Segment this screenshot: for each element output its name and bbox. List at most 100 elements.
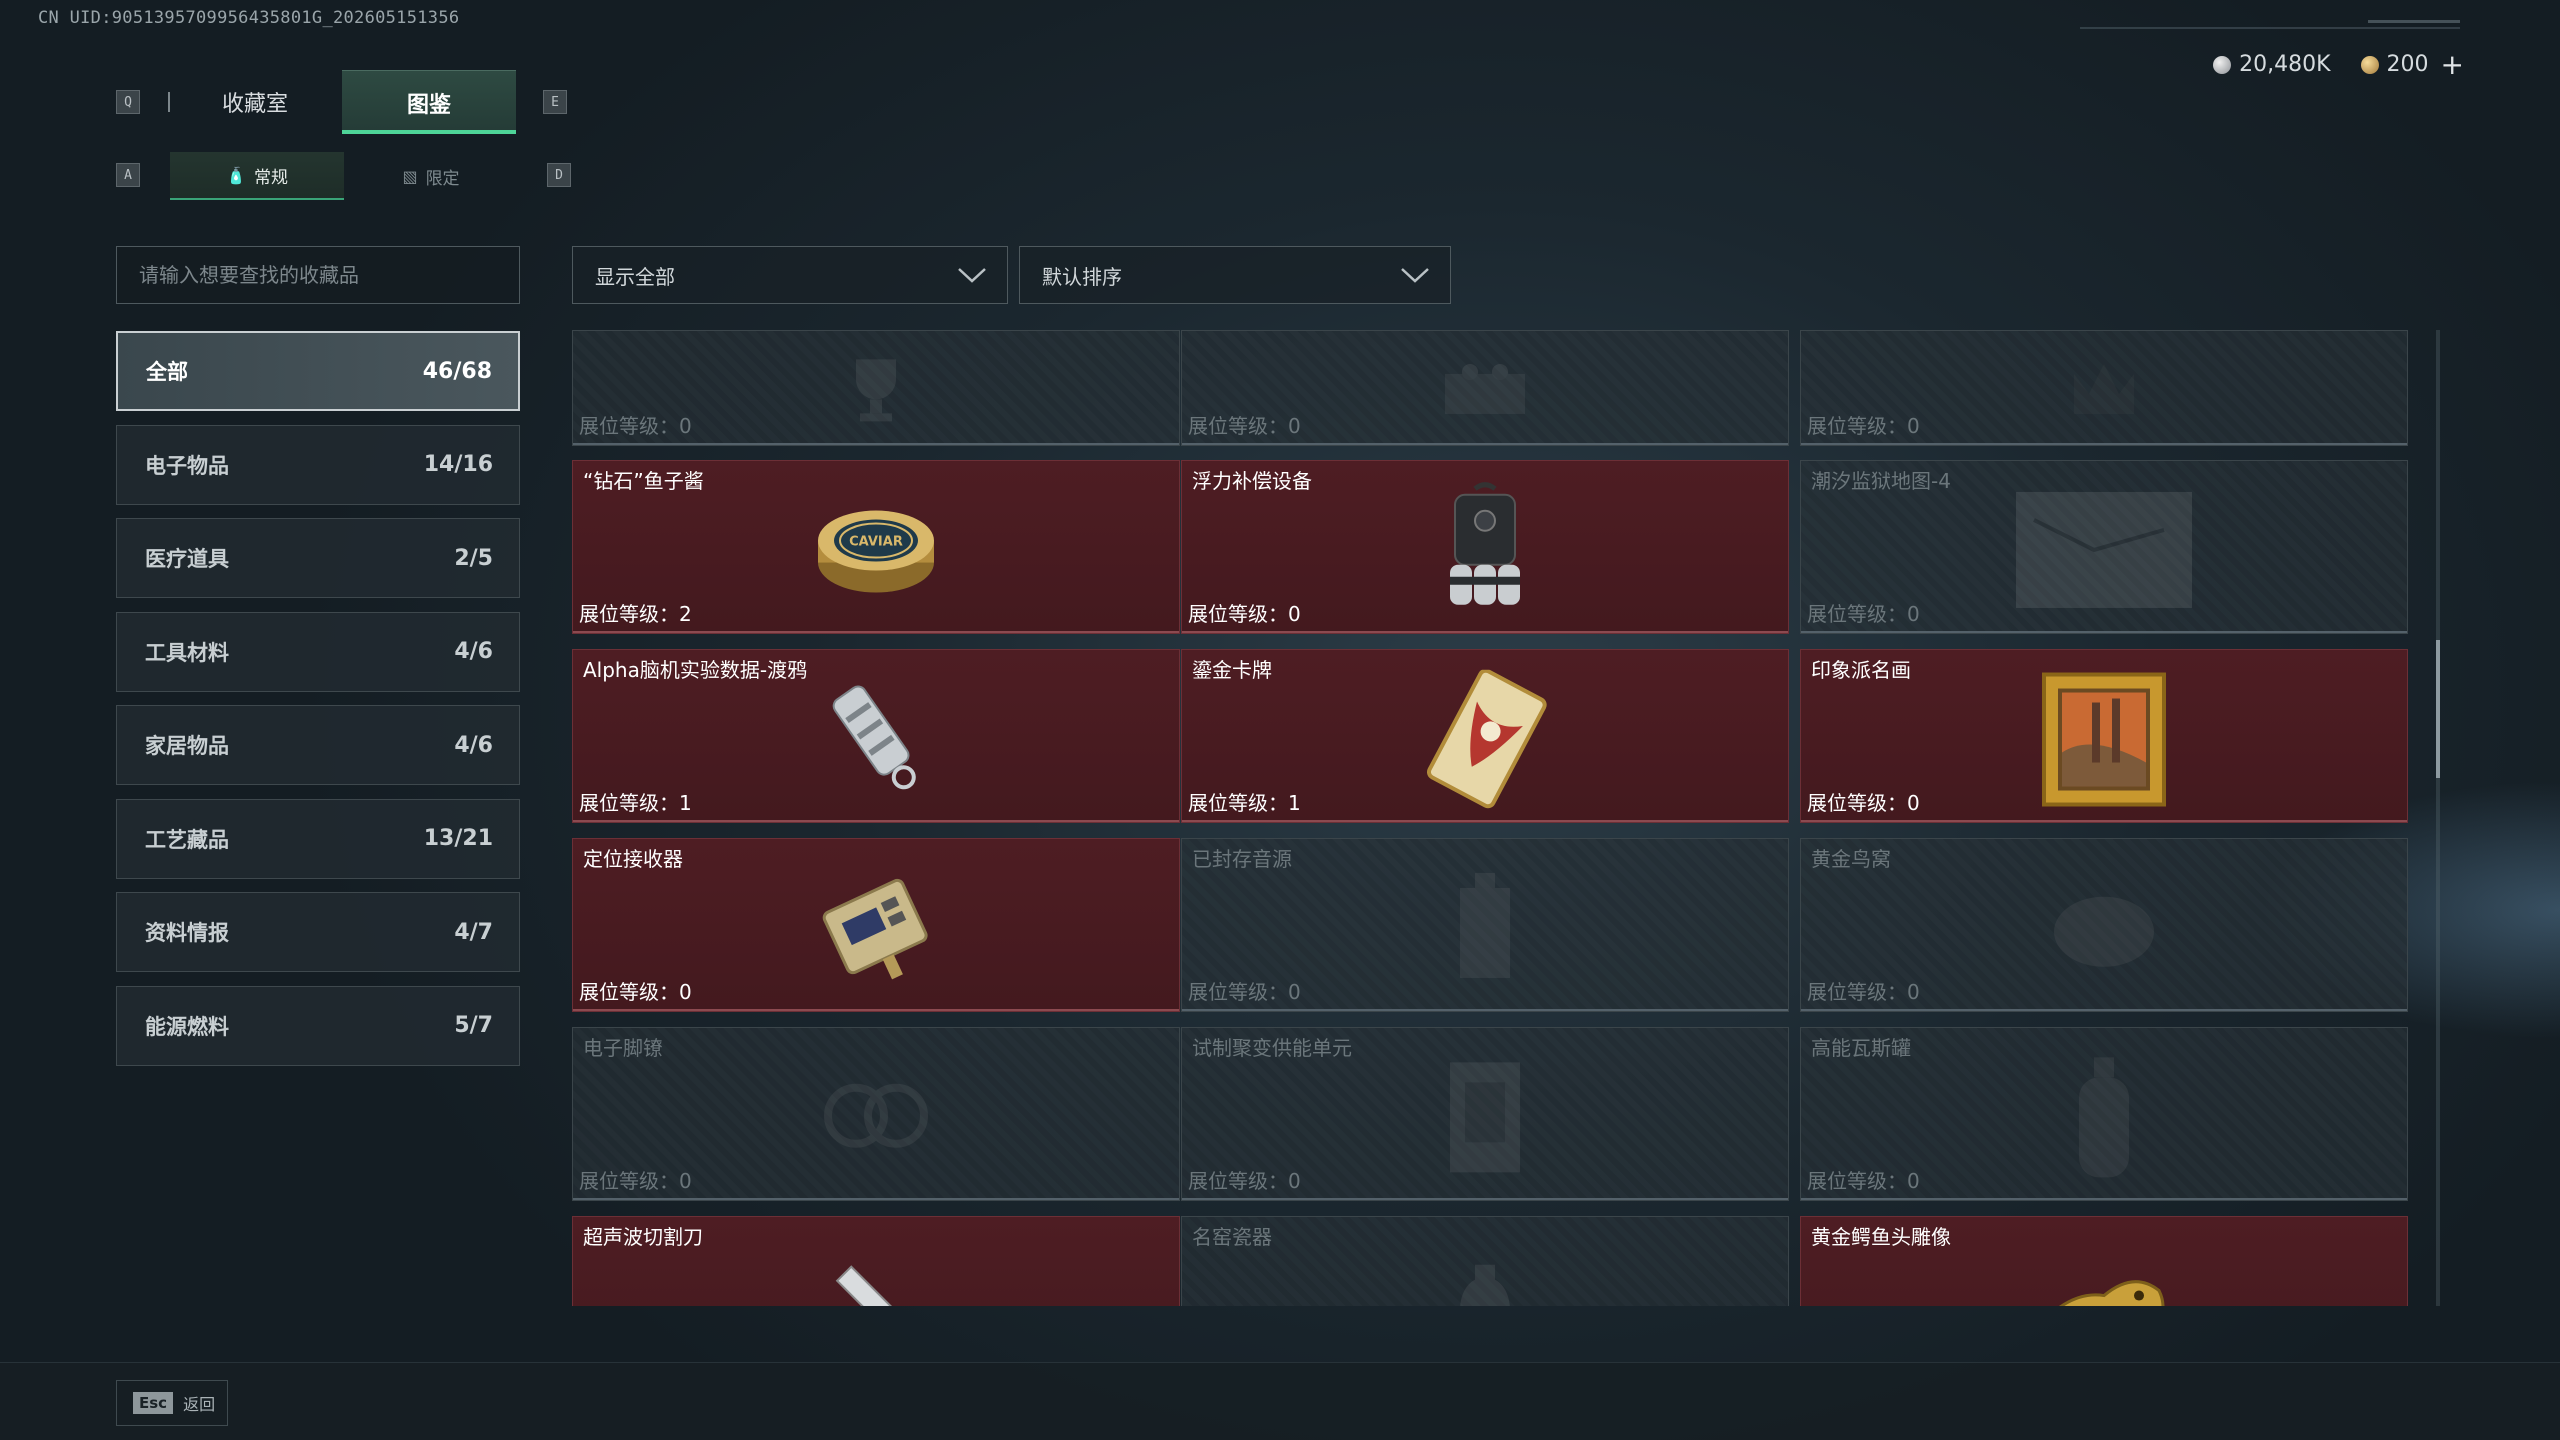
key-hint-prev-tab: Q	[116, 90, 140, 114]
tab-codex[interactable]: 图鉴	[342, 70, 516, 134]
top-divider	[2080, 27, 2460, 29]
category-label: 工艺藏品	[145, 827, 229, 852]
category-tools[interactable]: 工具材料 4/6	[116, 611, 520, 692]
category-household[interactable]: 家居物品 4/6	[116, 705, 520, 785]
category-count: 2/5	[454, 545, 493, 571]
collection-item-card[interactable]: 名窑瓷器	[1181, 1216, 1789, 1306]
subtab-regular[interactable]: 🧴 常规	[170, 152, 344, 200]
collection-item-card[interactable]: Alpha脑机实验数据-渡鸦 展位等级：1	[572, 649, 1180, 823]
filter-dropdown[interactable]: 显示全部	[572, 246, 1008, 304]
add-currency-button[interactable]: +	[2441, 50, 2464, 78]
collection-item-card[interactable]: 已封存音源 展位等级：0	[1181, 838, 1789, 1012]
display-level-label: 展位等级：	[1188, 791, 1288, 815]
item-display-level: 展位等级：0	[579, 976, 692, 1005]
item-name: 试制聚变供能单元	[1192, 1036, 1352, 1060]
ultrasonic-knife-icon	[821, 1251, 931, 1306]
subtab-regular-label: 常规	[253, 167, 288, 188]
painting-icon	[2042, 672, 2166, 811]
sort-dropdown[interactable]: 默认排序	[1019, 246, 1451, 304]
category-medical[interactable]: 医疗道具 2/5	[116, 518, 520, 598]
display-level-value: 1	[1288, 791, 1301, 815]
category-intel[interactable]: 资料情报 4/7	[116, 892, 520, 972]
display-level-value: 0	[1907, 980, 1920, 1004]
user-uid: CN UID:9051395709956435801G_202605151356	[38, 8, 460, 28]
collection-item-card[interactable]: 黄金鸟窝展位等级：0	[1800, 838, 2408, 1012]
chevron-down-icon	[1401, 268, 1429, 283]
filter-dropdown-value: 显示全部	[595, 264, 675, 289]
category-label: 能源燃料	[145, 1014, 229, 1039]
chevron-down-icon	[958, 268, 986, 283]
item-name: 已封存音源	[1192, 847, 1292, 871]
trophy-icon	[836, 349, 916, 433]
category-label: 电子物品	[145, 453, 229, 478]
subtab-limited-label: 限定	[425, 168, 460, 189]
display-level-label: 展位等级：	[1188, 602, 1288, 626]
item-name: 鎏金卡牌	[1192, 658, 1272, 682]
caviar-tin-icon: CAVIAR	[811, 495, 941, 609]
back-label: 返回	[183, 1395, 216, 1414]
collection-item-card[interactable]: 定位接收器 展位等级：0	[572, 838, 1180, 1012]
item-name: 潮汐监狱地图-4	[1811, 469, 1951, 493]
back-button[interactable]: Esc 返回	[116, 1380, 228, 1426]
category-electronics[interactable]: 电子物品 14/16	[116, 424, 520, 505]
display-level-value: 0	[1288, 980, 1301, 1004]
item-name: 印象派名画	[1811, 658, 1911, 682]
item-name: 名窑瓷器	[1192, 1225, 1272, 1249]
collection-item-card[interactable]: 展位等级：0	[572, 330, 1180, 446]
subtab-limited[interactable]: ▧ 限定	[344, 152, 518, 200]
scrollbar-thumb[interactable]	[2436, 640, 2440, 778]
chess-icon	[1440, 354, 1530, 428]
image-icon: ▧	[402, 166, 418, 186]
receiver-icon	[811, 863, 941, 997]
collection-item-card[interactable]: 展位等级：0	[1181, 330, 1789, 446]
collection-item-card[interactable]: 超声波切割刀	[572, 1216, 1180, 1306]
item-display-level: 展位等级：0	[579, 1165, 692, 1194]
item-display-level: 展位等级：1	[1188, 787, 1301, 816]
item-name: 黄金鳄鱼头雕像	[1811, 1225, 1951, 1249]
top-divider-accent	[2368, 20, 2460, 23]
display-level-value: 1	[679, 791, 692, 815]
search-input[interactable]	[139, 263, 519, 287]
item-name: 黄金鸟窝	[1811, 847, 1891, 871]
croc-statue-icon	[2034, 1251, 2174, 1306]
category-count: 5/7	[454, 1013, 493, 1038]
display-level-label: 展位等级：	[579, 602, 679, 626]
nest-icon	[2049, 882, 2159, 976]
collection-item-card[interactable]: 潮汐监狱地图-4 展位等级：0	[1800, 460, 2408, 634]
scrollbar-track[interactable]	[2436, 330, 2440, 1306]
display-level-label: 展位等级：	[579, 1169, 679, 1193]
category-crafts[interactable]: 工艺藏品 13/21	[116, 798, 520, 879]
collection-item-card[interactable]: CAVIAR “钻石”鱼子酱 展位等级：2	[572, 460, 1180, 634]
collection-item-card[interactable]: 展位等级：0	[1800, 330, 2408, 446]
sealed-audio-icon	[1445, 868, 1525, 992]
display-level-value: 0	[1907, 602, 1920, 626]
sort-dropdown-value: 默认排序	[1042, 264, 1122, 289]
collection-item-card[interactable]: 电子脚镣 展位等级：0	[572, 1027, 1180, 1201]
collection-item-card[interactable]: 黄金鳄鱼头雕像	[1800, 1216, 2408, 1306]
buoyancy-device-icon	[1430, 481, 1540, 625]
porcelain-icon	[1450, 1260, 1520, 1306]
display-level-value: 0	[679, 980, 692, 1004]
display-level-label: 展位等级：	[1807, 791, 1907, 815]
category-label: 工具材料	[145, 640, 229, 665]
display-level-label: 展位等级：	[579, 980, 679, 1004]
display-level-label: 展位等级：	[1807, 980, 1907, 1004]
collection-item-card[interactable]: 鎏金卡牌展位等级：1	[1181, 649, 1789, 823]
data-drive-icon	[811, 674, 941, 808]
display-level-value: 0	[1288, 414, 1301, 438]
category-all[interactable]: 全部 46/68	[116, 331, 520, 411]
item-display-level: 展位等级：1	[579, 787, 692, 816]
display-level-value: 0	[1907, 414, 1920, 438]
category-count: 4/6	[454, 639, 493, 664]
tab-collection-room[interactable]: 收藏室	[168, 70, 342, 134]
category-label: 家居物品	[145, 734, 229, 758]
category-energy[interactable]: 能源燃料 5/7	[116, 985, 520, 1066]
collection-item-card[interactable]: 试制聚变供能单元 展位等级：0	[1181, 1027, 1789, 1201]
key-hint-next-subtab: D	[547, 163, 571, 187]
collection-item-card[interactable]: 印象派名画 展位等级：0	[1800, 649, 2408, 823]
category-count: 14/16	[423, 452, 493, 477]
collection-item-card[interactable]: 高能瓦斯罐 展位等级：0	[1800, 1027, 2408, 1201]
item-display-level: 展位等级：0	[1188, 598, 1301, 627]
gas-tank-icon	[2069, 1052, 2139, 1186]
collection-item-card[interactable]: 浮力补偿设备 展位等级：0	[1181, 460, 1789, 634]
